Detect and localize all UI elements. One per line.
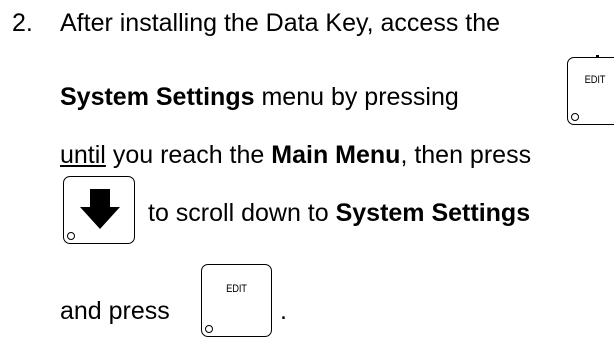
instruction-line-4: to scroll down to System Settings (148, 198, 530, 228)
until-text: until (60, 141, 106, 169)
step-number: 2. (12, 9, 33, 37)
then-press-text: , then press (400, 141, 532, 169)
menu-by-pressing-text: menu by pressing (254, 83, 459, 111)
main-menu-label: Main Menu (271, 141, 401, 169)
system-settings-target-label: System Settings (335, 199, 531, 227)
key-tick-mark (596, 55, 599, 57)
instruction-line-1: After installing the Data Key, access th… (60, 9, 501, 37)
edit-key-label: EDIT (584, 74, 606, 86)
edit-key-label: EDIT (226, 283, 247, 295)
down-arrow-icon (80, 189, 120, 229)
key-led-indicator (571, 113, 579, 121)
key-led-indicator (67, 232, 75, 240)
down-arrow-key (63, 176, 135, 244)
key-led-indicator (205, 325, 213, 333)
edit-key-2: EDIT (201, 264, 272, 337)
instruction-line-3: until you reach the Main Menu, then pres… (60, 140, 531, 170)
final-period: . (280, 297, 287, 325)
instruction-line-2: System Settings menu by pressing (60, 82, 459, 112)
reach-text: you reach the (105, 141, 272, 169)
edit-key-1: EDIT (567, 55, 614, 125)
scroll-down-text: to scroll down to (148, 199, 336, 227)
system-settings-label: System Settings (60, 83, 255, 111)
instruction-line-5: and press (60, 297, 170, 325)
